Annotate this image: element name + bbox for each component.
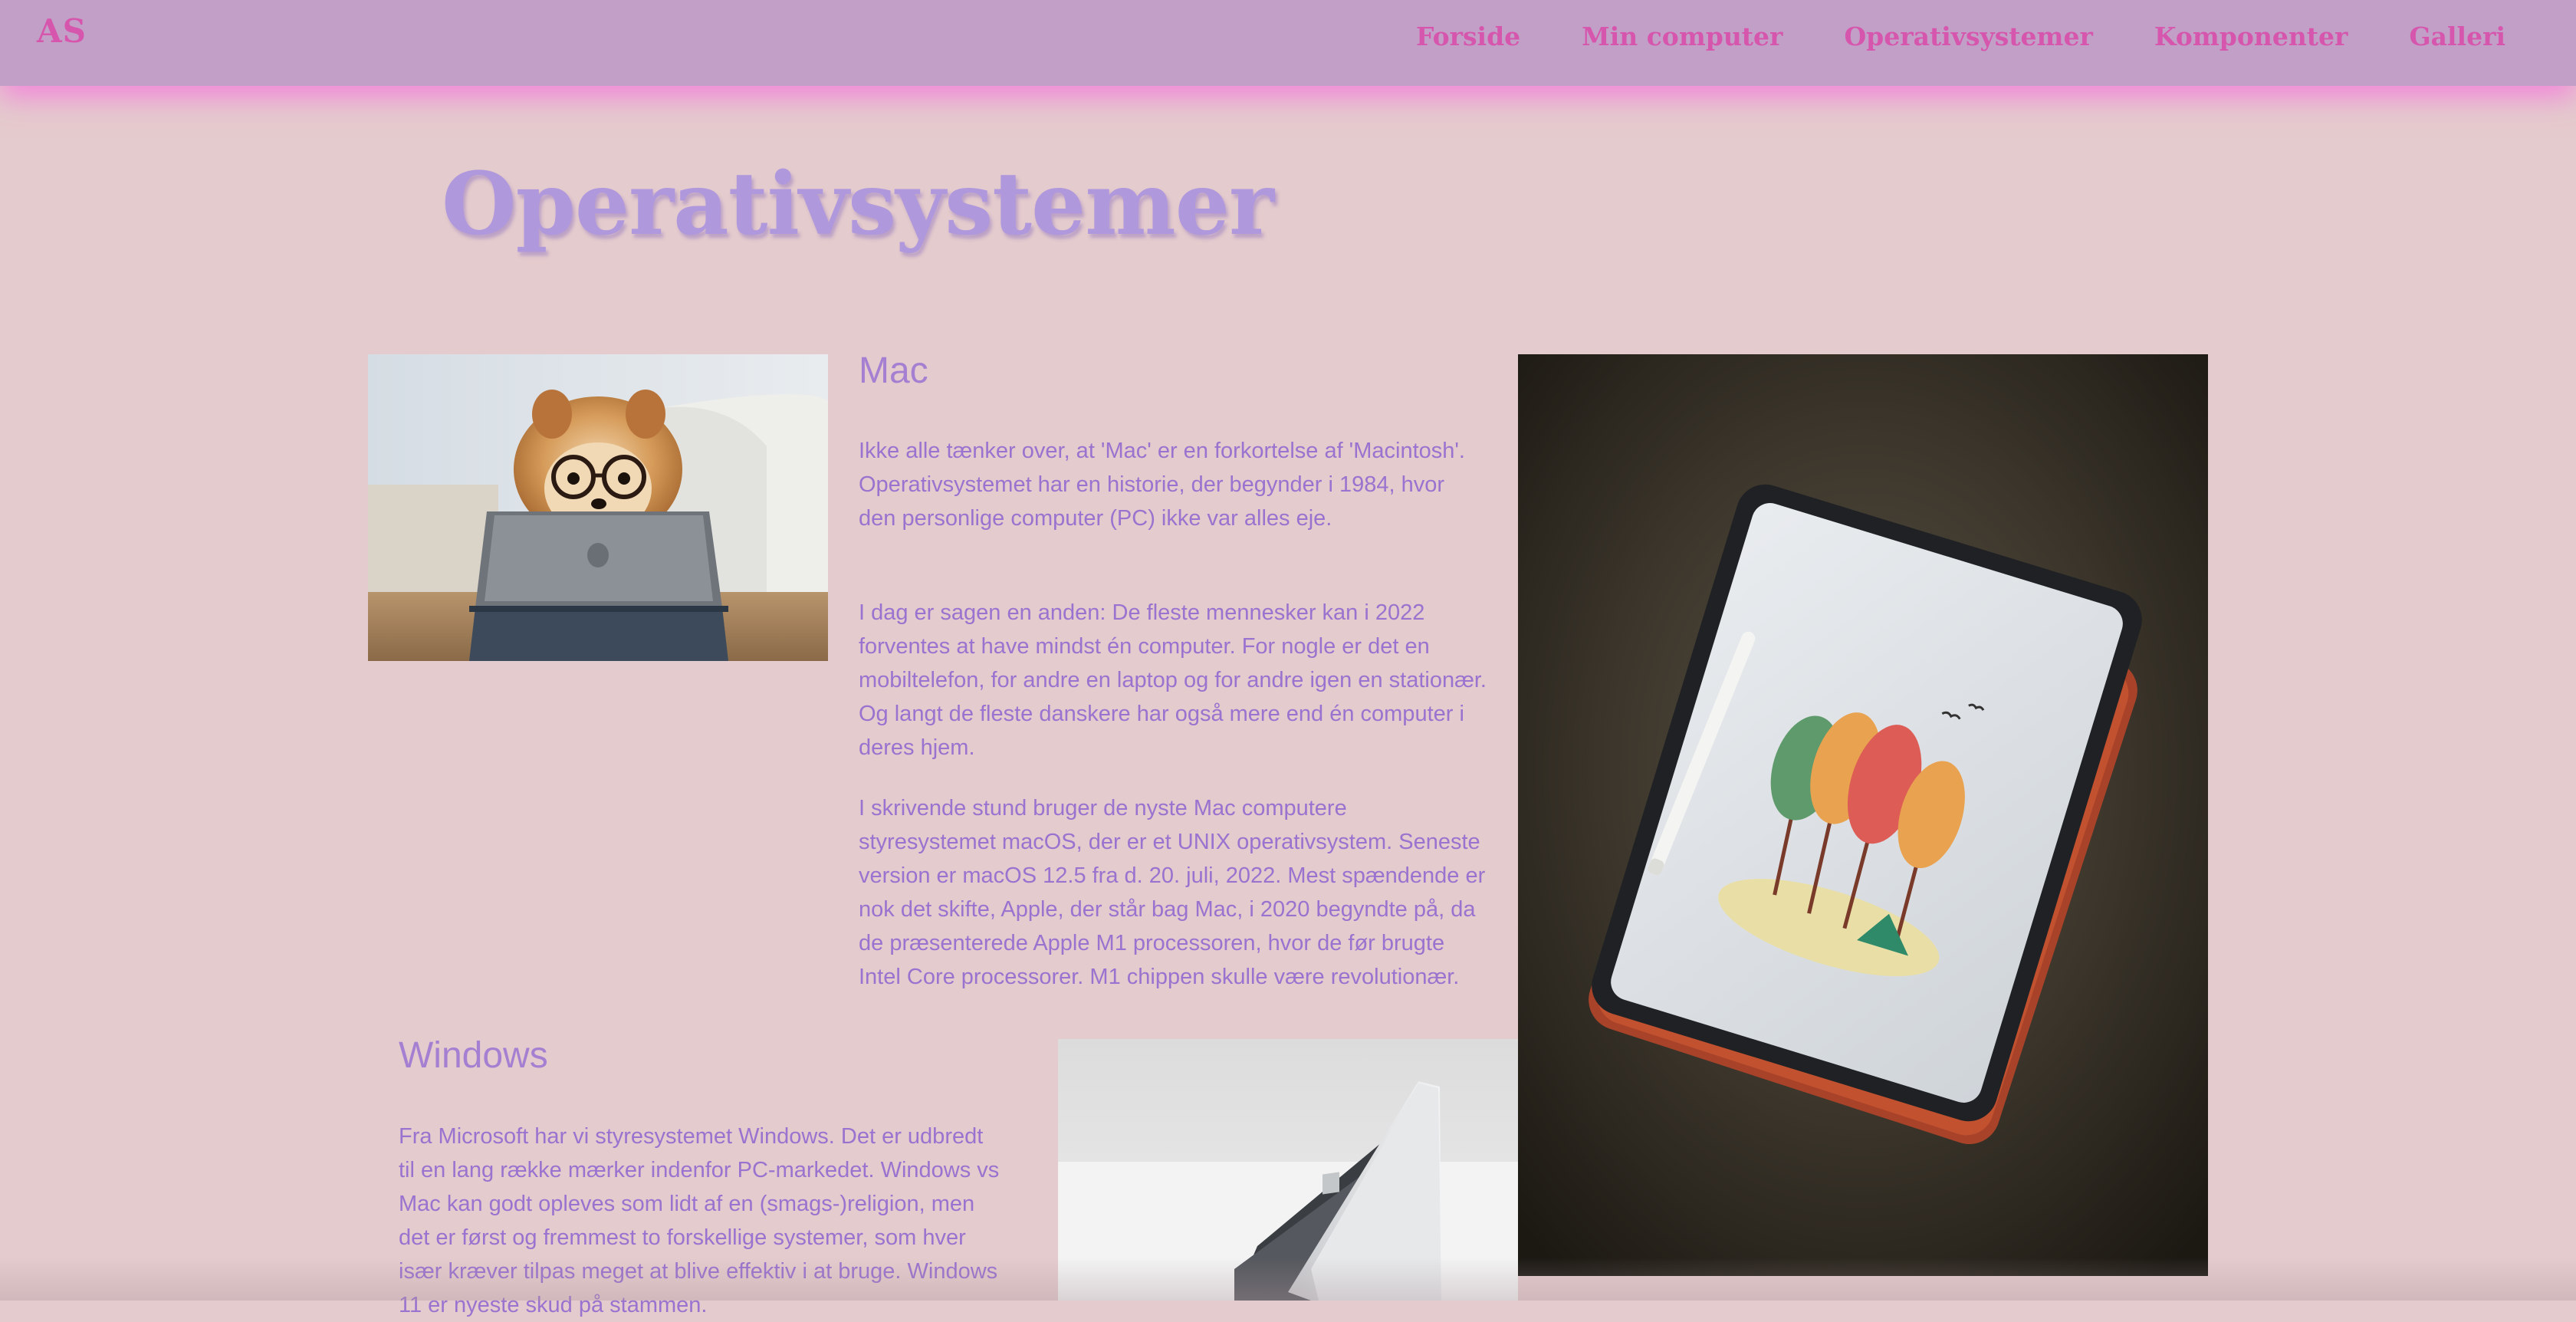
ipad-illustration — [1518, 354, 2208, 1276]
page-title: Operativsystemer — [442, 154, 1274, 255]
nav-link-komponenter[interactable]: Komponenter — [2154, 21, 2348, 51]
nav-link-forside[interactable]: Forside — [1416, 21, 1520, 51]
mac-paragraph-3: I skrivende stund bruger de nyste Mac co… — [859, 796, 1486, 989]
site-logo[interactable]: AS — [37, 12, 87, 50]
dog-tablet-image — [368, 354, 828, 661]
mac-paragraph-2: I dag er sagen en anden: De fleste menne… — [859, 600, 1487, 760]
laptop-illustration — [1058, 1039, 1518, 1301]
nav-menu: Forside Min computer Operativsystemer Ko… — [1416, 21, 2505, 51]
mac-paragraph-1: Ikke alle tænker over, at 'Mac' er en fo… — [859, 439, 1465, 531]
laptop-image — [1058, 1039, 1518, 1301]
ipad-image — [1518, 354, 2208, 1276]
nav-link-min-computer[interactable]: Min computer — [1582, 21, 1783, 51]
dog-tablet-illustration — [368, 354, 828, 661]
mac-heading: Mac — [859, 350, 928, 391]
navbar: AS Forside Min computer Operativsystemer… — [0, 0, 2576, 86]
windows-heading: Windows — [399, 1035, 548, 1076]
nav-link-operativsystemer[interactable]: Operativsystemer — [1844, 21, 2092, 51]
nav-link-galleri[interactable]: Galleri — [2409, 21, 2505, 51]
windows-paragraph-1: Fra Microsoft har vi styresystemet Windo… — [399, 1124, 1000, 1317]
